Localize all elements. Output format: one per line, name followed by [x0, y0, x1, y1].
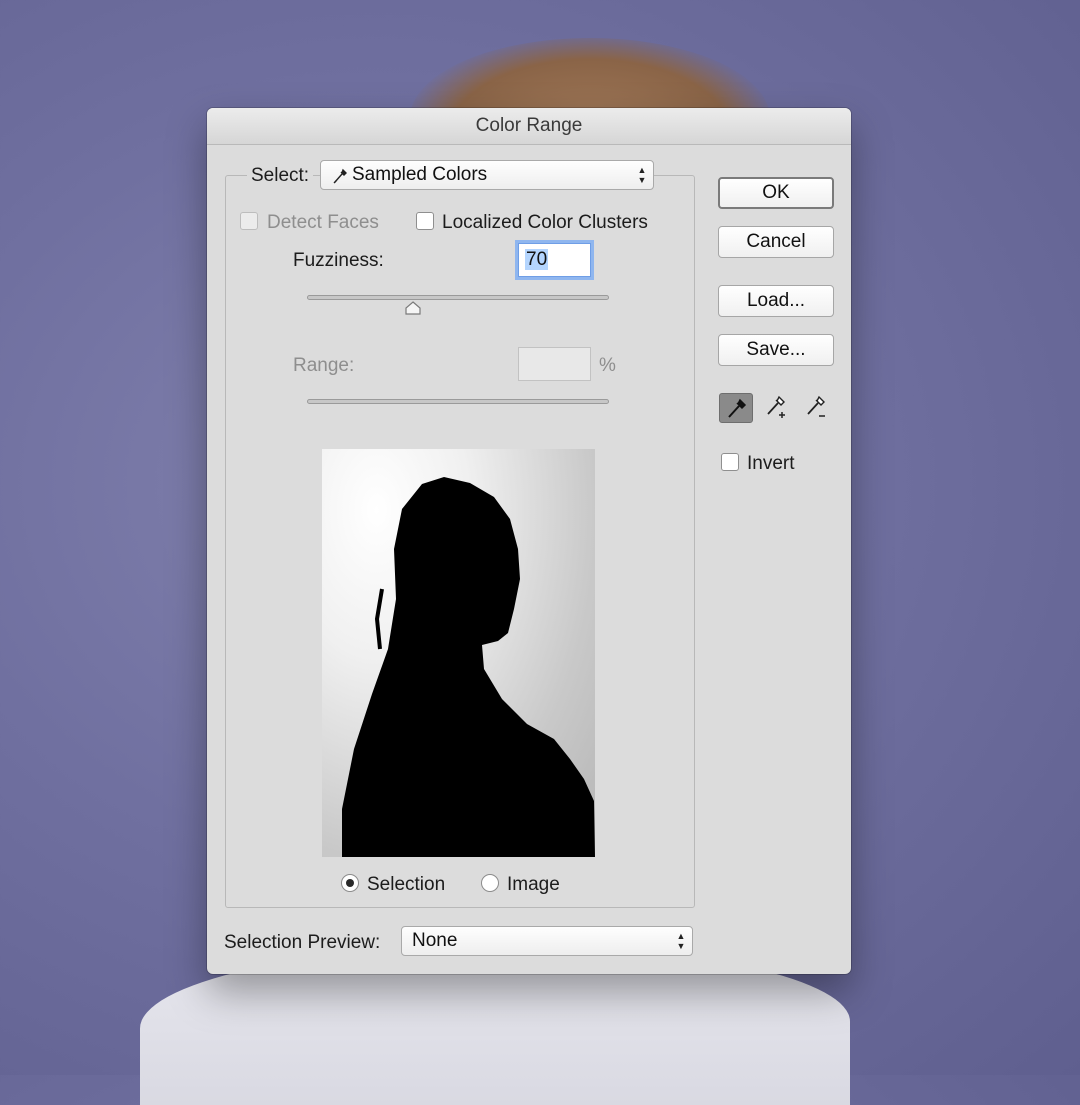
select-dropdown[interactable]: Sampled Colors ▲ ▼ — [320, 160, 654, 190]
updown-arrows-icon: ▲ ▼ — [637, 165, 647, 185]
detect-faces-label: Detect Faces — [267, 212, 379, 233]
color-range-dialog: Color Range Select: Sampled Colors ▲ ▼ De… — [207, 108, 851, 974]
eyedropper-tool[interactable] — [719, 393, 753, 423]
invert-label: Invert — [747, 453, 795, 474]
image-radio-label: Image — [507, 874, 560, 895]
fuzziness-input[interactable]: 70 — [518, 243, 591, 277]
range-input[interactable] — [518, 347, 591, 381]
selection-radio[interactable] — [341, 874, 359, 892]
eyedropper-plus-icon — [767, 395, 785, 418]
range-label: Range: — [293, 355, 355, 376]
eyedropper-minus-icon — [807, 395, 825, 417]
cancel-button[interactable]: Cancel — [718, 226, 834, 258]
selection-preview-dropdown[interactable]: None ▲ ▼ — [401, 926, 693, 956]
range-unit: % — [599, 355, 616, 376]
eyedropper-icon — [333, 168, 347, 184]
eyedropper-add-tool[interactable] — [761, 393, 795, 423]
eyedropper-subtract-tool[interactable] — [801, 393, 835, 423]
save-button[interactable]: Save... — [718, 334, 834, 366]
select-value: Sampled Colors — [352, 164, 488, 185]
detect-faces-checkbox[interactable] — [240, 212, 258, 230]
silhouette-mask — [342, 477, 595, 857]
fuzziness-label: Fuzziness: — [293, 250, 384, 271]
updown-arrows-icon: ▲ ▼ — [676, 931, 686, 951]
image-radio[interactable] — [481, 874, 499, 892]
eyedropper-icon — [728, 398, 747, 418]
localized-clusters-label: Localized Color Clusters — [442, 212, 648, 233]
dialog-title: Color Range — [207, 108, 851, 145]
fuzziness-slider-track[interactable] — [307, 295, 609, 300]
selection-preview-label: Selection Preview: — [224, 932, 381, 953]
selection-preview-value: None — [412, 930, 458, 951]
range-slider-track[interactable] — [307, 399, 609, 404]
invert-checkbox[interactable] — [721, 453, 739, 471]
load-button[interactable]: Load... — [718, 285, 834, 317]
ok-button[interactable]: OK — [718, 177, 834, 209]
fuzziness-slider-thumb[interactable] — [404, 301, 422, 315]
fuzziness-value: 70 — [525, 249, 549, 270]
localized-clusters-checkbox[interactable] — [416, 212, 434, 230]
select-label: Select: — [247, 165, 314, 187]
selection-radio-label: Selection — [367, 874, 446, 895]
selection-preview-image — [322, 449, 595, 857]
